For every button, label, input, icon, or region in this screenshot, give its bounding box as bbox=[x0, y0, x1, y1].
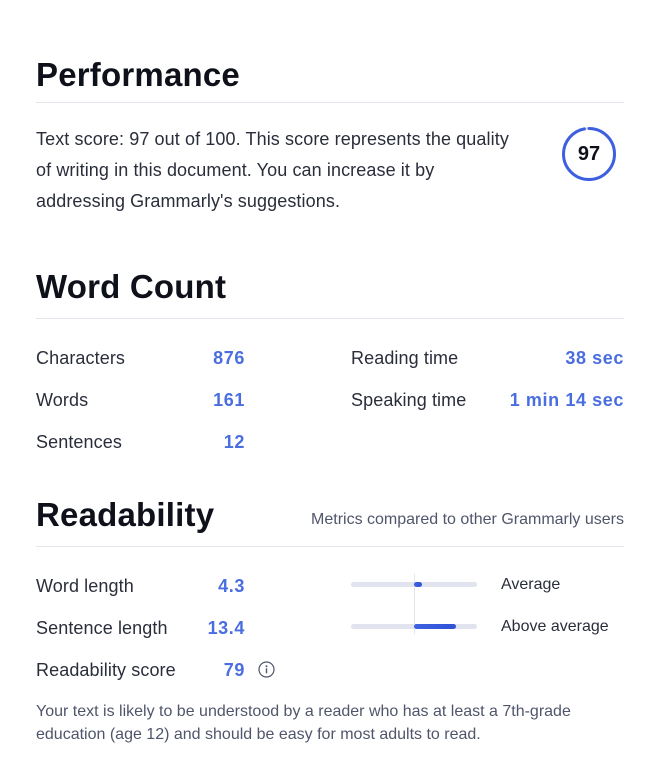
readability-score-value: 79 bbox=[223, 660, 245, 680]
word-length-bar-fill bbox=[414, 582, 422, 587]
words-label: Words bbox=[36, 390, 89, 410]
readability-divider bbox=[36, 546, 624, 547]
sentence-length-bar bbox=[351, 624, 477, 629]
performance-description: Text score: 97 out of 100. This score re… bbox=[36, 129, 509, 211]
speaking-time-label: Speaking time bbox=[351, 390, 467, 410]
characters-label: Characters bbox=[36, 348, 126, 368]
sentence-length-value: 13.4 bbox=[207, 618, 245, 638]
word-length-value: 4.3 bbox=[218, 576, 245, 596]
sentence-length-rating: Above average bbox=[501, 618, 609, 635]
sentences-value: 12 bbox=[223, 432, 245, 452]
words-value: 161 bbox=[213, 390, 245, 410]
word-length-label: Word length bbox=[36, 576, 134, 596]
sentence-length-label: Sentence length bbox=[36, 618, 168, 638]
sentence-length-bar-fill bbox=[414, 624, 456, 629]
word-count-title: Word Count bbox=[36, 268, 227, 305]
sentences-label: Sentences bbox=[36, 432, 122, 452]
reading-time-value: 38 sec bbox=[565, 348, 624, 368]
reading-time-label: Reading time bbox=[351, 348, 459, 368]
score-value: 97 bbox=[577, 142, 601, 165]
performance-divider bbox=[36, 102, 624, 103]
word-length-bar bbox=[351, 582, 477, 587]
readability-title: Readability bbox=[36, 496, 215, 533]
info-icon[interactable] bbox=[258, 661, 275, 678]
word-count-divider bbox=[36, 318, 624, 319]
readability-subtitle: Metrics compared to other Grammarly user… bbox=[311, 511, 624, 528]
readability-footnote: Your text is likely to be understood by … bbox=[36, 703, 571, 743]
score-ring: 97 bbox=[561, 126, 617, 182]
word-length-rating: Average bbox=[501, 576, 561, 593]
characters-value: 876 bbox=[213, 348, 245, 368]
speaking-time-value: 1 min 14 sec bbox=[509, 390, 624, 410]
performance-title: Performance bbox=[36, 56, 240, 93]
info-icon-graphic bbox=[258, 661, 275, 678]
performance-panel: Performance Text score: 97 out of 100. T… bbox=[0, 0, 654, 760]
